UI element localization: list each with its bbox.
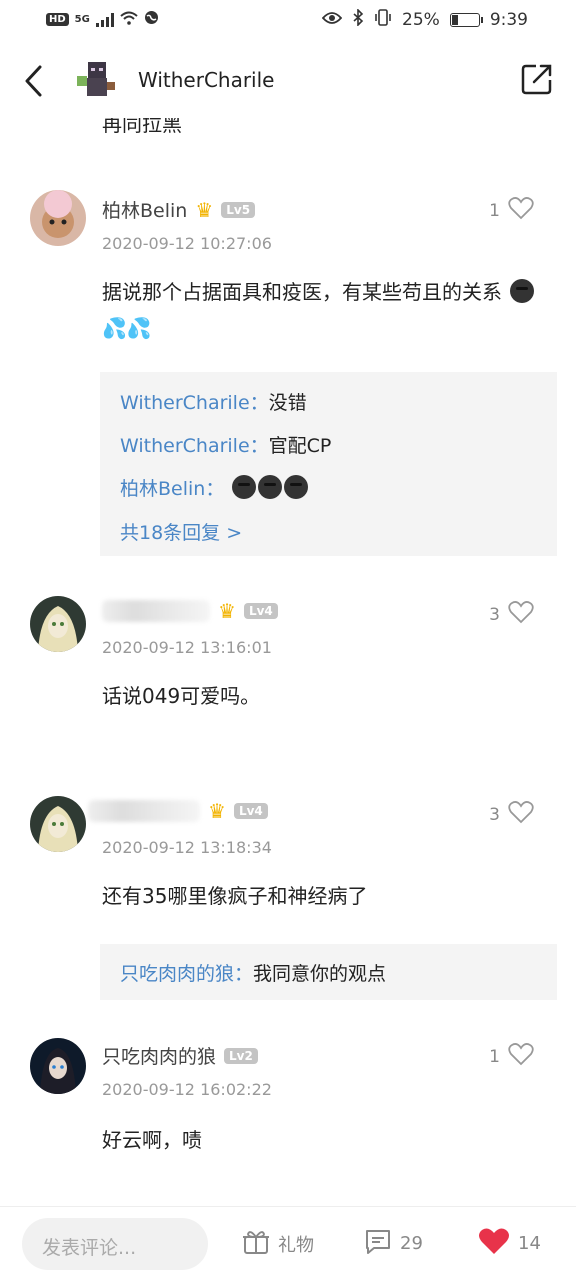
comment-date: 2020-09-12 10:27:06 — [102, 234, 272, 253]
like-button[interactable]: 3 — [489, 800, 534, 829]
like-count: 3 — [489, 604, 500, 625]
vibrate-icon — [374, 9, 392, 31]
status-bar: HD 5G 25% 9:39 — [0, 0, 576, 42]
reply-box[interactable]: WitherCharile：没错 WitherCharile：官配CP 柏林Be… — [100, 372, 557, 556]
comment-text: 还有35哪里像疯子和神经病了 — [102, 884, 368, 908]
crown-icon: ♛ — [208, 799, 226, 823]
reply-item: 只吃肉肉的狼：我同意你的观点 — [120, 959, 386, 986]
reply-username[interactable]: 只吃肉肉的狼： — [120, 963, 253, 985]
reply-item: WitherCharile：官配CP — [120, 431, 331, 458]
reply-box[interactable]: 只吃肉肉的狼：我同意你的观点 — [100, 944, 557, 1000]
dark-face-emoji-icon — [258, 475, 283, 499]
level-badge: Lv5 — [221, 201, 256, 218]
like-button[interactable]: 1 — [489, 196, 534, 225]
wifi-icon — [120, 11, 138, 29]
battery-percent: 25% — [402, 10, 440, 30]
reply-text: 我同意你的观点 — [253, 963, 387, 985]
page-title: WitherCharile — [138, 68, 275, 92]
avatar[interactable] — [30, 1038, 86, 1094]
dark-face-emoji-icon — [284, 475, 309, 499]
reply-text: 没错 — [268, 392, 307, 414]
crown-icon: ♛ — [218, 599, 236, 623]
level-badge: Lv4 — [233, 803, 268, 819]
like-count: 1 — [489, 200, 500, 221]
author-avatar[interactable] — [74, 58, 118, 102]
heart-filled-icon — [478, 1227, 510, 1260]
comment-count: 29 — [400, 1233, 423, 1254]
like-button[interactable]: 1 — [489, 1042, 534, 1071]
comments-button[interactable]: 29 — [364, 1227, 423, 1260]
comment-username[interactable]: 柏林Belin — [102, 196, 187, 223]
clock: 9:39 — [489, 10, 528, 30]
eye-icon — [321, 10, 343, 30]
reply-username[interactable]: WitherCharile： — [120, 392, 269, 414]
bottom-action-bar: 发表评论... 礼物 29 14 — [0, 1206, 576, 1281]
reply-username[interactable]: 柏林Belin： — [120, 478, 224, 500]
gift-button[interactable]: 礼物 — [242, 1227, 314, 1260]
avatar[interactable] — [30, 596, 86, 652]
comment-username-row: ♛ Lv4 — [88, 799, 268, 823]
avatar[interactable] — [30, 190, 86, 246]
comment-text: 据说那个占据面具和疫医，有某些苟且的关系 💦💦 — [102, 274, 542, 346]
comment-text: 好云啊，啧 — [102, 1128, 202, 1152]
battery-icon — [449, 13, 483, 27]
comment-input-placeholder: 发表评论... — [42, 1237, 137, 1259]
level-badge: Lv4 — [243, 603, 278, 619]
avatar[interactable] — [30, 796, 86, 852]
back-arrow-icon[interactable] — [22, 64, 46, 98]
like-post-count: 14 — [518, 1233, 541, 1254]
like-button[interactable]: 3 — [489, 600, 534, 629]
reply-text: 官配CP — [268, 435, 332, 457]
comment-text-content: 据说那个占据面具和疫医，有某些苟且的关系 — [102, 280, 502, 304]
share-icon[interactable] — [520, 62, 554, 96]
comment-username[interactable]: 只吃肉肉的狼 — [102, 1042, 216, 1069]
comment-input[interactable]: 发表评论... — [22, 1218, 208, 1270]
view-more-replies-link[interactable]: 共18条回复 > — [120, 518, 242, 545]
comment-date: 2020-09-12 16:02:22 — [102, 1080, 272, 1099]
gift-icon — [242, 1227, 270, 1260]
gift-label: 礼物 — [278, 1234, 314, 1256]
comment-username-row: 柏林Belin ♛ Lv5 — [102, 196, 256, 223]
dark-face-emoji-icon — [232, 475, 257, 499]
comment-username-row: ♛ Lv4 — [102, 600, 278, 622]
like-count: 1 — [489, 1046, 500, 1067]
heart-outline-icon — [508, 800, 534, 829]
bluetooth-icon — [352, 8, 364, 31]
comment-date: 2020-09-12 13:18:34 — [102, 838, 272, 857]
reply-item: 柏林Belin： — [120, 474, 309, 501]
level-badge: Lv2 — [224, 1047, 258, 1064]
reply-item: WitherCharile：没错 — [120, 388, 307, 415]
like-post-button[interactable]: 14 — [478, 1227, 541, 1260]
comment-username-row: 只吃肉肉的狼 Lv2 — [102, 1042, 258, 1069]
top-nav-bar: WitherCharile — [0, 42, 576, 118]
heart-outline-icon — [508, 1042, 534, 1071]
signal-icon — [95, 12, 114, 27]
globe-icon — [144, 10, 159, 29]
comment-date: 2020-09-12 13:16:01 — [102, 638, 272, 657]
hd-indicator: HD — [46, 13, 69, 26]
like-count: 3 — [489, 804, 500, 825]
blurred-username[interactable] — [88, 800, 200, 822]
comment-bubble-icon — [364, 1227, 392, 1260]
dark-face-emoji-icon — [510, 279, 535, 303]
network-type: 5G — [74, 14, 90, 25]
crown-icon: ♛ — [195, 197, 214, 222]
heart-outline-icon — [508, 196, 534, 225]
comment-text: 话说049可爱吗。 — [102, 684, 261, 708]
reply-username[interactable]: WitherCharile： — [120, 435, 269, 457]
heart-outline-icon — [508, 600, 534, 629]
blurred-username[interactable] — [102, 600, 210, 622]
sweat-drops-emoji-icon: 💦💦 — [102, 316, 152, 340]
